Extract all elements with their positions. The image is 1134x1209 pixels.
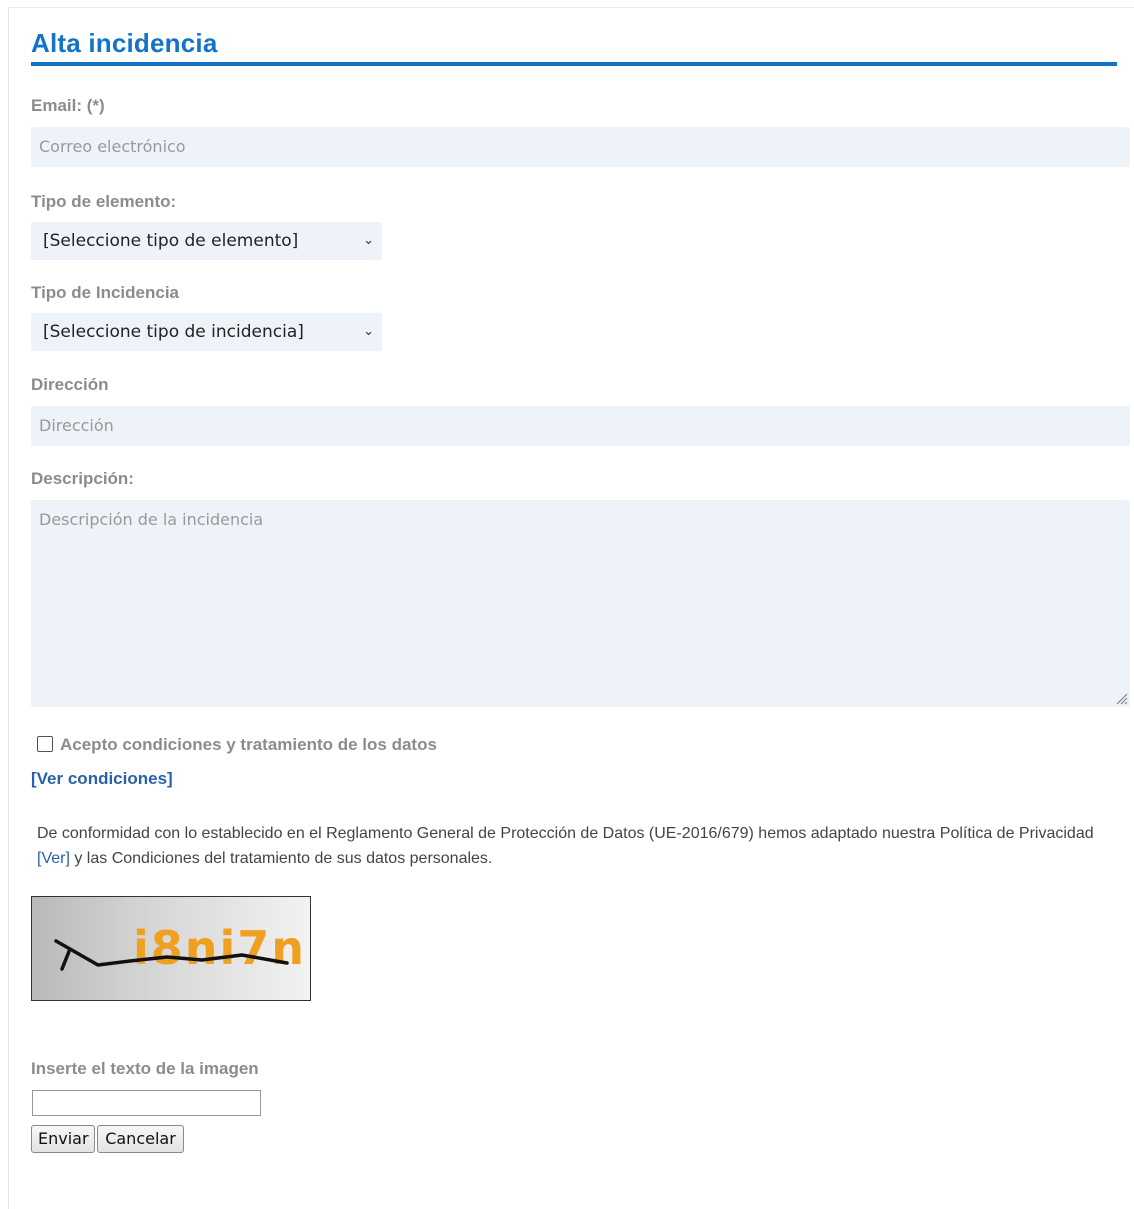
description-textarea[interactable]: Descripción de la incidencia xyxy=(31,500,1130,707)
email-label: Email: (*) xyxy=(31,96,105,115)
captcha-image: i8ni7n xyxy=(31,896,311,1001)
element-type-label: Tipo de elemento: xyxy=(31,192,177,211)
captcha-input[interactable] xyxy=(32,1090,261,1116)
captcha-text: i8ni7n xyxy=(133,921,306,975)
accept-checkbox[interactable] xyxy=(37,736,53,752)
page-title: Alta incidencia xyxy=(31,28,218,58)
chevron-down-icon: ⌄ xyxy=(363,233,374,248)
submit-button[interactable]: Enviar xyxy=(31,1125,95,1153)
privacy-view-link[interactable]: [Ver] xyxy=(37,850,70,867)
view-conditions-link[interactable]: [Ver condiciones] xyxy=(31,769,173,789)
email-field[interactable]: Correo electrónico xyxy=(31,127,1130,167)
address-field[interactable]: Dirección xyxy=(31,406,1130,446)
accept-label: Acepto condiciones y tratamiento de los … xyxy=(60,735,437,754)
privacy-text-before: De conformidad con lo establecido en el … xyxy=(37,825,1094,842)
description-placeholder: Descripción de la incidencia xyxy=(39,510,264,529)
incident-type-selected: [Seleccione tipo de incidencia] xyxy=(43,322,304,342)
chevron-down-icon: ⌄ xyxy=(363,324,374,339)
element-type-select[interactable]: [Seleccione tipo de elemento] ⌄ xyxy=(31,222,382,260)
resize-grip-icon[interactable] xyxy=(1114,691,1128,705)
captcha-prompt-label: Inserte el texto de la imagen xyxy=(31,1059,259,1078)
address-label: Dirección xyxy=(31,375,109,394)
privacy-notice: De conformidad con lo establecido en el … xyxy=(37,821,1097,871)
title-divider xyxy=(31,62,1117,66)
incident-type-select[interactable]: [Seleccione tipo de incidencia] ⌄ xyxy=(31,313,382,351)
element-type-selected: [Seleccione tipo de elemento] xyxy=(43,231,299,251)
description-label: Descripción: xyxy=(31,469,134,488)
cancel-button[interactable]: Cancelar xyxy=(97,1125,184,1153)
incident-type-label: Tipo de Incidencia xyxy=(31,283,179,302)
privacy-text-after: y las Condiciones del tratamiento de sus… xyxy=(69,850,493,867)
